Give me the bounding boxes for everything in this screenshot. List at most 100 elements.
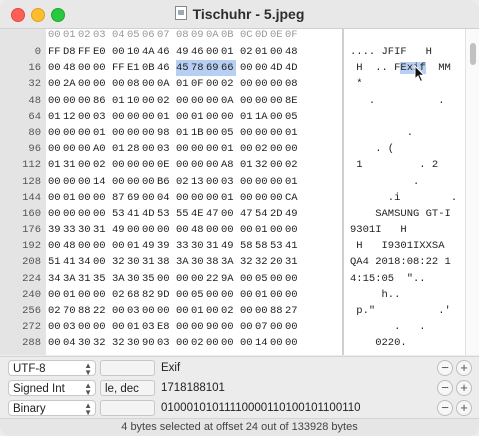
hex-byte[interactable]: 00 xyxy=(240,125,255,141)
hex-byte[interactable]: 02 xyxy=(112,287,127,303)
hex-byte[interactable]: 00 xyxy=(48,319,63,335)
remove-row-button[interactable]: − xyxy=(437,400,453,416)
hex-byte[interactable]: 00 xyxy=(142,303,157,319)
hex-byte[interactable]: 01 xyxy=(127,238,142,254)
text-row[interactable]: . xyxy=(344,125,465,141)
hex-byte[interactable]: 00 xyxy=(206,93,221,109)
hex-byte[interactable]: 0A xyxy=(221,93,236,109)
hex-row[interactable]: 64 01 12 00 03 00 00 00 01 00 01 00 00 01 1A 00 05 xyxy=(0,109,342,125)
hex-byte[interactable]: 4D xyxy=(270,60,285,76)
hex-byte[interactable]: 32 xyxy=(255,254,270,270)
hex-byte[interactable]: 00 xyxy=(285,287,300,303)
hex-byte[interactable]: 00 xyxy=(78,76,93,92)
text-row[interactable]: QA4 2018:08:22 1 xyxy=(344,254,465,270)
hex-byte[interactable]: 4E xyxy=(191,206,206,222)
text-row[interactable]: . . xyxy=(344,93,465,109)
hex-byte[interactable]: 00 xyxy=(48,174,63,190)
hex-byte[interactable]: 00 xyxy=(206,190,221,206)
hex-byte[interactable]: 01 xyxy=(48,109,63,125)
hex-byte[interactable]: 14 xyxy=(191,352,206,355)
scrollbar-thumb[interactable] xyxy=(470,43,476,65)
text-row[interactable]: * xyxy=(344,76,465,92)
hex-byte[interactable]: 03 xyxy=(63,319,78,335)
hex-byte[interactable]: 00 xyxy=(78,190,93,206)
hex-byte[interactable]: 00 xyxy=(240,303,255,319)
hex-byte[interactable]: 00 xyxy=(255,190,270,206)
hex-byte[interactable]: 00 xyxy=(206,125,221,141)
hex-byte[interactable]: 01 xyxy=(255,222,270,238)
hex-row[interactable]: 256 02 70 88 22 00 03 00 00 00 01 00 02 00 00 88 27 xyxy=(0,303,342,319)
hex-byte[interactable]: 9D xyxy=(157,287,172,303)
hex-byte[interactable]: 32 xyxy=(255,157,270,173)
hex-row[interactable]: 272 00 03 00 00 00 01 03 E8 00 00 90 00 00 07 00 00 xyxy=(0,319,342,335)
hex-byte[interactable]: 00 xyxy=(142,141,157,157)
inspector-value[interactable]: Exif xyxy=(161,360,180,376)
hex-byte[interactable]: 01 xyxy=(93,125,108,141)
hex-byte[interactable]: 88 xyxy=(78,303,93,319)
hex-byte[interactable]: CA xyxy=(285,190,300,206)
hex-byte[interactable]: 00 xyxy=(127,109,142,125)
hex-byte[interactable]: 00 xyxy=(240,335,255,351)
hex-byte[interactable]: 00 xyxy=(112,238,127,254)
text-row[interactable]: x. .. xyxy=(344,352,465,355)
hex-byte[interactable]: 00 xyxy=(176,141,191,157)
hex-rows[interactable]: 0 FF D8 FF E0 00 10 4A 46 49 46 00 01 02 01 00 48 16 00 48 0… xyxy=(0,44,342,355)
hex-byte[interactable]: 00 xyxy=(270,125,285,141)
hex-byte[interactable]: 04 xyxy=(93,352,108,355)
hex-byte[interactable]: 00 xyxy=(221,109,236,125)
hex-byte[interactable]: 00 xyxy=(176,303,191,319)
hex-byte[interactable]: 4D xyxy=(285,60,300,76)
hex-byte[interactable]: 00 xyxy=(206,287,221,303)
hex-byte[interactable]: 30 xyxy=(127,335,142,351)
text-row[interactable]: .i . xyxy=(344,190,465,206)
hex-byte[interactable]: 30 xyxy=(127,271,142,287)
hex-byte[interactable]: 00 xyxy=(112,174,127,190)
hex-byte[interactable]: 00 xyxy=(270,319,285,335)
hex-byte[interactable]: 00 xyxy=(112,157,127,173)
hex-byte[interactable]: 14 xyxy=(93,174,108,190)
hex-byte[interactable]: 9A xyxy=(221,271,236,287)
hex-byte[interactable]: 00 xyxy=(206,141,221,157)
hex-byte[interactable]: 00 xyxy=(176,335,191,351)
hex-row[interactable]: 176 39 33 30 31 49 00 00 00 00 48 00 00 00 01 00 00 xyxy=(0,222,342,238)
hex-byte[interactable]: 41 xyxy=(285,238,300,254)
hex-byte[interactable]: 00 xyxy=(78,157,93,173)
hex-byte[interactable]: 38 xyxy=(206,254,221,270)
hex-byte[interactable]: 04 xyxy=(63,335,78,351)
hex-byte[interactable]: 02 xyxy=(48,303,63,319)
hex-byte[interactable]: 70 xyxy=(63,303,78,319)
hex-byte[interactable]: 01 xyxy=(48,157,63,173)
hex-byte[interactable]: 55 xyxy=(176,206,191,222)
hex-row[interactable]: 288 00 04 30 32 32 30 90 03 00 02 00 00 00 14 00 00 xyxy=(0,335,342,351)
hex-byte[interactable]: 0B xyxy=(142,60,157,76)
hex-byte[interactable]: 00 xyxy=(93,287,108,303)
hex-byte[interactable]: 30 xyxy=(191,238,206,254)
hex-byte[interactable]: 00 xyxy=(270,271,285,287)
hex-byte[interactable]: 00 xyxy=(206,222,221,238)
hex-byte[interactable]: 58 xyxy=(240,238,255,254)
hex-pane[interactable]: 00 01 02 03 04 05 06 07 08 09 0A 0B 0C 0D 0E 0F 0 FF D8 FF… xyxy=(0,29,342,355)
hex-byte[interactable]: 00 xyxy=(112,125,127,141)
hex-byte[interactable]: 00 xyxy=(206,303,221,319)
hex-byte[interactable]: 98 xyxy=(157,125,172,141)
hex-byte[interactable]: 00 xyxy=(78,93,93,109)
hex-byte[interactable]: 49 xyxy=(112,222,127,238)
hex-byte[interactable]: 00 xyxy=(270,222,285,238)
hex-byte[interactable]: 02 xyxy=(221,76,236,92)
hex-byte[interactable]: 32 xyxy=(93,335,108,351)
hex-byte[interactable]: 00 xyxy=(127,222,142,238)
hex-byte[interactable]: 08 xyxy=(127,76,142,92)
hex-byte[interactable]: 38 xyxy=(157,254,172,270)
hex-row[interactable]: 48 00 00 00 86 01 10 00 02 00 00 00 0A 00 00 00 8E xyxy=(0,93,342,109)
hex-byte[interactable]: 78 xyxy=(191,60,206,77)
hex-byte[interactable]: 10 xyxy=(285,352,300,355)
hex-byte[interactable]: 00 xyxy=(63,174,78,190)
hex-byte[interactable]: 01 xyxy=(221,190,236,206)
hex-byte[interactable]: 90 xyxy=(78,352,93,355)
hex-byte[interactable]: 00 xyxy=(206,44,221,60)
hex-byte[interactable]: 00 xyxy=(240,222,255,238)
hex-byte[interactable]: 0A xyxy=(157,76,172,92)
hex-byte[interactable]: 00 xyxy=(270,109,285,125)
hex-byte[interactable]: 00 xyxy=(176,157,191,173)
hex-byte[interactable]: 00 xyxy=(206,76,221,92)
